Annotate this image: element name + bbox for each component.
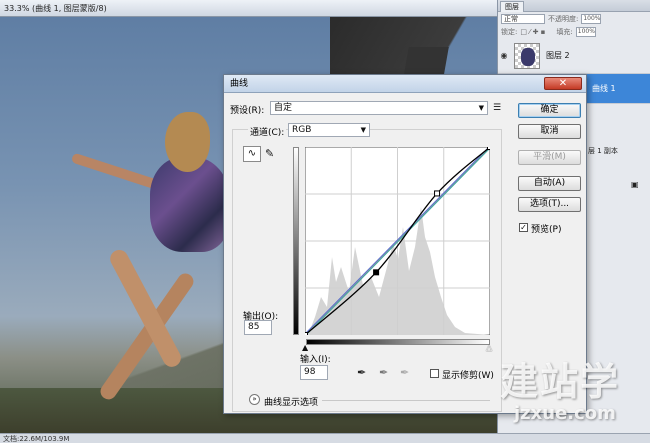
preview-checkbox[interactable]: ✓ <box>519 223 528 232</box>
input-value-input[interactable]: 98 <box>300 365 328 380</box>
channel-select[interactable]: RGB ▼ <box>288 123 370 137</box>
pencil-tool-icon[interactable]: ✎ <box>265 147 274 160</box>
curve-control-point[interactable] <box>305 332 308 336</box>
dialog-title-bar[interactable]: 曲线 ✕ <box>224 75 586 93</box>
layer-partial-label: 层 1 副本 <box>588 147 618 155</box>
layer-name: 图层 2 <box>546 51 570 60</box>
chevron-down-icon: ▼ <box>360 126 366 134</box>
white-point-slider-icon[interactable]: △ <box>486 343 492 352</box>
channel-label: 通道(C): <box>248 125 287 138</box>
document-title-bar[interactable]: 33.3% (曲线 1, 图层蒙版/8) <box>0 0 497 17</box>
fill-input[interactable]: 100% <box>575 26 596 37</box>
watermark-text: 建站学 <box>500 360 621 404</box>
preset-options-icon[interactable]: ☰ <box>493 103 501 113</box>
curve-control-point[interactable] <box>434 190 441 197</box>
opacity-input[interactable]: 100% <box>581 13 602 24</box>
document-size-status: 文档:22.6M/103.9M <box>3 435 70 443</box>
show-clipping-checkbox[interactable] <box>430 369 439 378</box>
ok-button[interactable]: 确定 <box>518 103 581 118</box>
white-eyedropper-icon[interactable]: ✒ <box>400 366 409 379</box>
input-label: 输入(I): <box>300 355 331 365</box>
curve-control-point[interactable] <box>487 147 491 150</box>
preset-label: 预设(R): <box>230 106 265 116</box>
show-clipping-label: 显示修剪(W) <box>442 371 494 381</box>
output-value-input[interactable]: 85 <box>244 320 272 335</box>
layer-name: 曲线 1 <box>592 84 616 93</box>
curve-display-options-label[interactable]: 曲线显示选项 <box>264 395 318 408</box>
expand-options-icon[interactable]: » <box>249 394 260 405</box>
black-eyedropper-icon[interactable]: ✒ <box>357 366 366 379</box>
eye-icon[interactable]: ◉ <box>498 51 510 60</box>
layers-lock-row: 锁定: □ ⁄ ✚ ▪ 填充: 100% <box>498 25 650 38</box>
black-point-slider-icon[interactable]: ▲ <box>302 343 308 352</box>
lock-small-icon: ▣ <box>631 180 639 189</box>
layer-row-layer-2[interactable]: ◉ 图层 2 <box>498 38 650 74</box>
document-title: 33.3% (曲线 1, 图层蒙版/8) <box>4 4 107 13</box>
preset-value: 自定 <box>274 103 293 113</box>
watermark: 建站学 jzxue.com <box>500 360 620 424</box>
figure-hair-image-region <box>165 112 210 172</box>
watermark-url: jzxue.com <box>514 403 616 424</box>
curve-control-point-active[interactable] <box>373 269 380 276</box>
divider <box>322 400 490 401</box>
chevron-down-icon: ▼ <box>478 104 484 112</box>
close-button[interactable]: ✕ <box>544 77 582 90</box>
channel-value: RGB <box>292 125 312 135</box>
input-gradient-bar <box>306 339 490 345</box>
dialog-title: 曲线 <box>230 79 249 89</box>
layers-blend-row: 正常 不透明度: 100% <box>498 12 650 25</box>
curve-point-tool-icon[interactable]: ∿ <box>243 146 261 162</box>
gray-eyedropper-icon[interactable]: ✒ <box>379 366 388 379</box>
auto-button[interactable]: 自动(A) <box>518 176 581 191</box>
options-button[interactable]: 选项(T)... <box>518 197 581 212</box>
layers-tab[interactable]: 图层 <box>500 1 524 12</box>
fill-label: 填充: <box>556 27 573 36</box>
blend-mode-select[interactable]: 正常 <box>501 13 545 24</box>
checkmark-icon: ✓ <box>520 223 527 232</box>
opacity-label: 不透明度: <box>548 14 579 23</box>
layer-thumbnail <box>514 42 540 69</box>
smooth-button[interactable]: 平滑(M) <box>518 150 581 165</box>
lock-label: 锁定: <box>501 27 518 36</box>
cancel-button[interactable]: 取消 <box>518 124 581 139</box>
curves-graph[interactable] <box>305 147 490 335</box>
output-gradient-bar <box>293 147 299 335</box>
preset-select[interactable]: 自定 ▼ <box>270 101 488 115</box>
lock-icons[interactable]: □ ⁄ ✚ ▪ <box>520 28 545 36</box>
layers-panel-tabbar: 图层 <box>498 0 650 12</box>
status-bar: 文档:22.6M/103.9M <box>0 433 650 443</box>
preview-label: 预览(P) <box>531 225 562 235</box>
